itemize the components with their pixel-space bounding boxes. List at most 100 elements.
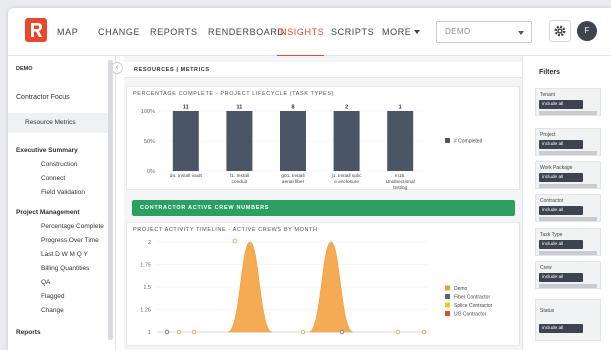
gear-icon xyxy=(554,25,566,37)
bar xyxy=(280,111,306,171)
legend-label: UG Contractor xyxy=(454,312,487,318)
legend-swatch xyxy=(445,138,450,143)
filter-group-tenant: Tenant include all xyxy=(535,88,601,116)
filter-label: Project xyxy=(540,132,556,138)
filter-group-project: Project include all xyxy=(535,128,601,156)
y-tick-label: 100% xyxy=(141,109,155,115)
sidebar-item-percentage-complete[interactable]: Percentage Complete xyxy=(41,223,104,230)
main-content: RESOURCES | METRICS PERCENTAGE COMPLETE … xyxy=(124,56,522,350)
filters-title: Filters xyxy=(539,69,561,76)
sidebar-item-change[interactable]: Change xyxy=(41,307,64,314)
filter-slider[interactable] xyxy=(539,151,597,155)
filter-group-contractor: Contractor include all xyxy=(535,194,601,222)
nav-renderboard[interactable]: RENDERBOARD xyxy=(208,8,285,56)
legend-swatch xyxy=(445,302,450,308)
filter-label: Tenant xyxy=(540,92,556,98)
data-point xyxy=(191,329,197,335)
data-label: 11 xyxy=(183,105,189,111)
sidebar: DEMO ‹ Contractor Focus Resource Metrics… xyxy=(8,56,123,350)
data-point xyxy=(232,238,238,244)
sidebar-item-progress-over-time[interactable]: Progress Over Time xyxy=(41,237,99,244)
sidebar-section-project-management[interactable]: Project Management xyxy=(16,209,80,216)
settings-button[interactable] xyxy=(549,20,571,42)
filter-slider[interactable] xyxy=(539,217,597,221)
filter-slider[interactable] xyxy=(539,184,597,188)
filter-label: Contractor xyxy=(540,198,564,204)
pct-complete-chart: 100% 50% 0% 11 d4. Install vault 11 f1. Instal… xyxy=(141,105,483,192)
filters-panel: Filters Tenant include all Project include … xyxy=(522,56,611,350)
sidebar-item-construction[interactable]: Construction xyxy=(41,161,78,168)
y-tick-label: 1 xyxy=(148,330,151,336)
legend-label: Splice Contractor xyxy=(454,303,493,309)
filter-include-all-button[interactable]: include all xyxy=(539,100,583,109)
data-point xyxy=(395,329,401,335)
sidebar-item-billing-quantities[interactable]: Billing Quantities xyxy=(41,265,89,272)
data-label: 2 xyxy=(345,105,348,111)
project-select-value: DEMO xyxy=(445,27,471,36)
nav-map[interactable]: MAP xyxy=(57,8,78,56)
nav-insights[interactable]: INSIGHTS xyxy=(277,8,325,57)
data-point xyxy=(300,329,306,335)
filter-group-work-package: Work Package include all xyxy=(535,161,601,189)
data-label: 1 xyxy=(399,105,402,111)
project-select[interactable]: DEMO xyxy=(436,21,532,43)
data-point xyxy=(339,329,345,335)
data-point xyxy=(421,329,427,335)
filter-include-all-button[interactable]: include all xyxy=(539,173,583,182)
sidebar-section-executive-summary[interactable]: Executive Summary xyxy=(16,147,78,154)
nav-scripts[interactable]: SCRIPTS xyxy=(331,8,374,56)
contractor-active-crew-banner[interactable]: CONTRACTOR ACTIVE CREW NUMBERS xyxy=(132,200,515,216)
sidebar-item-resource-metrics[interactable]: Resource Metrics xyxy=(8,113,108,133)
filter-slider[interactable] xyxy=(539,284,597,288)
filter-include-all-button[interactable]: include all xyxy=(539,324,583,333)
filter-label: Crew xyxy=(540,265,552,271)
sidebar-section-reports[interactable]: Reports xyxy=(16,329,41,336)
pct-complete-title: PERCENTAGE COMPLETE - PROJECT LIFECYCLE … xyxy=(133,91,335,97)
legend-label: # Completed xyxy=(454,139,483,145)
filter-slider[interactable] xyxy=(539,111,597,115)
sidebar-item-field-validation[interactable]: Field Validation xyxy=(41,189,85,196)
x-tick-label: aerial fiber xyxy=(282,179,305,185)
y-tick-label: 50% xyxy=(144,139,155,145)
timeline-title: PROJECT ACTIVITY TIMELINE - ACTIVE CREWS… xyxy=(133,227,318,233)
filter-label: Status xyxy=(540,308,555,314)
user-avatar[interactable]: F xyxy=(577,21,597,41)
pct-complete-panel: PERCENTAGE COMPLETE - PROJECT LIFECYCLE … xyxy=(126,86,520,192)
nav-change[interactable]: CHANGE xyxy=(98,8,140,56)
filter-slider[interactable] xyxy=(539,251,597,255)
filter-include-all-button[interactable]: include all xyxy=(539,206,583,215)
sidebar-scrollbar[interactable] xyxy=(108,60,113,340)
nav-more[interactable]: MORE xyxy=(382,8,421,56)
timeline-panel: PROJECT ACTIVITY TIMELINE - ACTIVE CREWS… xyxy=(126,222,520,346)
timeline-chart: 2 1.75 1.5 1.25 1 Demo Fiber Contractor Splice … xyxy=(140,238,493,336)
data-label: 8 xyxy=(291,105,294,111)
x-tick-label: testing xyxy=(393,185,407,191)
data-point xyxy=(164,329,170,335)
filter-include-all-button[interactable]: include all xyxy=(539,140,583,149)
app-logo[interactable] xyxy=(25,18,47,42)
legend-swatch xyxy=(445,311,450,316)
filter-include-all-button[interactable]: include all xyxy=(539,273,583,282)
sidebar-item-flagged[interactable]: Flagged xyxy=(41,293,65,300)
bar xyxy=(172,111,199,171)
filter-include-all-button[interactable]: include all xyxy=(539,240,583,249)
sidebar-item-last-dwmqy[interactable]: Last D W M Q Y xyxy=(41,251,88,258)
sidebar-item-contractor-focus[interactable]: Contractor Focus xyxy=(16,94,70,101)
y-tick-label: 1.75 xyxy=(140,263,151,269)
logo-r-icon xyxy=(31,23,42,37)
nav-reports[interactable]: REPORTS xyxy=(150,8,198,56)
filter-group-crew: Crew include all xyxy=(535,261,601,289)
legend-label: Demo xyxy=(454,286,468,292)
x-tick-label: conduit xyxy=(232,179,248,185)
sidebar-item-connect[interactable]: Connect xyxy=(41,175,65,182)
legend-label: Fiber Contractor xyxy=(454,295,490,301)
bar xyxy=(226,111,253,171)
x-tick-label: d4. Install vault xyxy=(170,173,203,179)
sidebar-item-qa[interactable]: QA xyxy=(41,279,50,286)
x-tick-label: e enclosure xyxy=(334,179,359,185)
x-tick-label: Unidirectional xyxy=(386,179,415,185)
breadcrumb-bar: RESOURCES | METRICS xyxy=(124,62,522,78)
chevron-down-icon xyxy=(518,31,524,35)
banner-label: CONTRACTOR ACTIVE CREW NUMBERS xyxy=(140,205,270,211)
app-window: MAP CHANGE REPORTS RENDERBOARD INSIGHTS … xyxy=(8,8,611,350)
